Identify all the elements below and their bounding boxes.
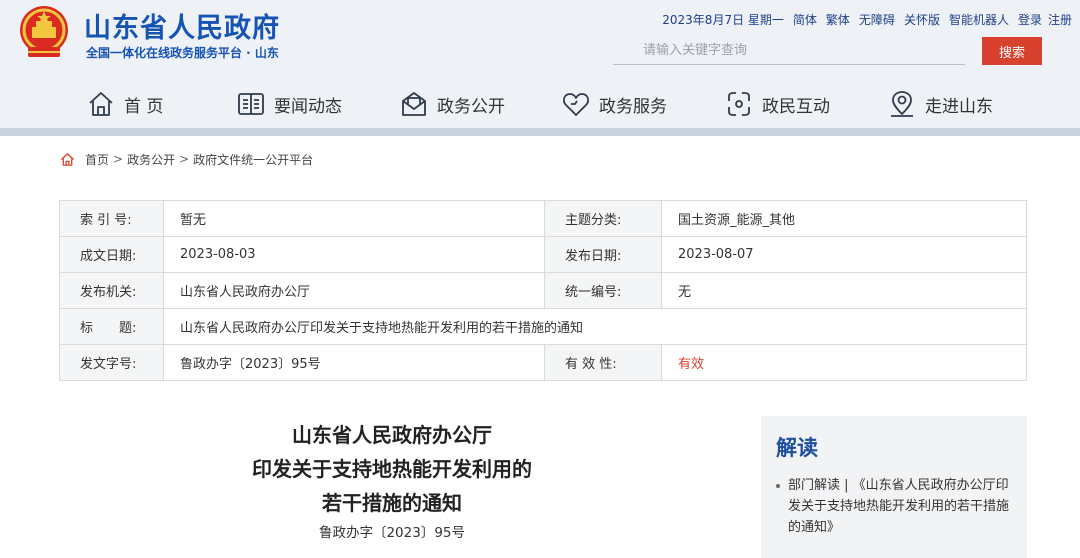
nav-divider [0,128,1080,136]
site-header: 山东省人民政府 全国一体化在线政务服务平台 · 山东 2023年8月7日 星期一… [0,0,1080,136]
topic-category-label: 主题分类: [544,200,662,237]
site-subtitle: 全国一体化在线政务服务平台 · 山东 [86,46,279,60]
nav-label: 走进山东 [925,96,993,117]
written-date-value: 2023-08-03 [163,236,545,273]
table-row: 发布机关: 山东省人民政府办公厅 统一编号: 无 [59,272,1027,309]
current-date: 2023年8月7日 星期一 [662,13,784,27]
map-pin-icon [891,91,913,117]
smart-robot-link[interactable]: 智能机器人 [949,11,1009,28]
document-info-table: 索 引 号: 暂无 主题分类: 国土资源_能源_其他 成文日期: 2023-08… [59,200,1027,381]
breadcrumb-home[interactable]: 首页 [85,151,109,168]
table-row: 成文日期: 2023-08-03 发布日期: 2023-08-07 [59,236,1027,273]
topic-category-value: 国土资源_能源_其他 [661,200,1027,237]
login-link[interactable]: 登录 [1018,11,1042,28]
nav-label: 要闻动态 [274,96,342,117]
interpretation-link-text: 部门解读 | 《山东省人民政府办公厅印发关于支持地热能开发利用的若干措施的通知》 [788,478,1010,535]
document-title: 山东省人民政府办公厅 印发关于支持地热能开发利用的 若干措施的通知 [148,418,636,520]
document-title-line: 山东省人民政府办公厅 [292,423,492,447]
publish-date-value: 2023-08-07 [661,236,1027,273]
issuing-agency-label: 发布机关: [59,272,164,309]
nav-label: 政民互动 [762,96,830,117]
publish-date-label: 发布日期: [544,236,662,273]
interpretation-panel: 解读 部门解读 | 《山东省人民政府办公厅印发关于支持地热能开发利用的若干措施的… [761,416,1027,558]
nav-item-news[interactable]: 要闻动态 [236,88,342,120]
validity-label: 有 效 性: [544,344,662,381]
title-value: 山东省人民政府办公厅印发关于支持地热能开发利用的若干措施的通知 [163,308,1027,345]
index-number-value: 暂无 [163,200,545,237]
interpretation-link[interactable]: 部门解读 | 《山东省人民政府办公厅印发关于支持地热能开发利用的若干措施的通知》 [776,475,1016,538]
table-row: 发文字号: 鲁政办字〔2023〕95号 有 效 性: 有效 [59,344,1027,381]
document-title-line: 若干措施的通知 [322,491,462,515]
book-icon [238,93,264,115]
nav-item-home[interactable]: 首 页 [86,88,163,120]
breadcrumb-home-icon [60,152,75,166]
index-number-label: 索 引 号: [59,200,164,237]
heart-icon [563,93,589,116]
nav-label: 政务服务 [599,96,667,117]
title-label: 标 题: [59,308,164,345]
site-title[interactable]: 山东省人民政府 [84,6,280,45]
table-row: 索 引 号: 暂无 主题分类: 国土资源_能源_其他 [59,200,1027,237]
main-nav: 首 页 要闻动态 政务公开 政务服务 政民互动 走进山东 [0,80,1080,128]
traditional-chinese-link[interactable]: 繁体 [826,11,850,28]
search-button[interactable]: 搜索 [982,37,1042,65]
nav-item-about-shandong[interactable]: 走进山东 [887,88,993,120]
issuing-agency-value: 山东省人民政府办公厅 [163,272,545,309]
breadcrumb-public-affairs[interactable]: 政务公开 [127,151,175,168]
home-icon [89,92,113,116]
mail-icon [402,92,426,116]
register-link[interactable]: 注册 [1048,11,1072,28]
breadcrumb-separator: > [179,152,190,166]
nav-label: 政务公开 [437,96,505,117]
document-number: 鲁政办字〔2023〕95号 [318,525,466,541]
national-emblem-icon[interactable] [16,3,72,61]
document-title-line: 印发关于支持地热能开发利用的 [252,457,532,481]
breadcrumb: 首页 > 政务公开 > 政府文件统一公开平台 [60,150,313,168]
interpretation-title: 解读 [776,436,818,460]
top-links: 2023年8月7日 星期一 简体 繁体 无障碍 关怀版 智能机器人 登录 注册 [662,11,1072,28]
written-date-label: 成文日期: [59,236,164,273]
unified-number-label: 统一编号: [544,272,662,309]
nav-item-gov-service[interactable]: 政务服务 [561,88,667,120]
breadcrumb-document-platform[interactable]: 政府文件统一公开平台 [193,151,313,168]
nav-item-public-affairs[interactable]: 政务公开 [399,88,505,120]
validity-value: 有效 [661,344,1027,381]
elderly-mode-link[interactable]: 关怀版 [904,11,940,28]
nav-item-interaction[interactable]: 政民互动 [724,88,830,120]
table-row: 标 题: 山东省人民政府办公厅印发关于支持地热能开发利用的若干措施的通知 [59,308,1027,345]
document-number-label: 发文字号: [59,344,164,381]
bullet-icon [776,484,780,488]
nav-label: 首 页 [124,96,164,117]
simplified-chinese-link[interactable]: 简体 [793,11,817,28]
breadcrumb-separator: > [113,152,124,166]
document-number-value: 鲁政办字〔2023〕95号 [163,344,545,381]
interaction-icon [728,92,750,116]
accessibility-link[interactable]: 无障碍 [859,11,895,28]
unified-number-value: 无 [661,272,1027,309]
search-input[interactable] [613,37,965,65]
account-links: 登录 注册 [1018,11,1072,28]
